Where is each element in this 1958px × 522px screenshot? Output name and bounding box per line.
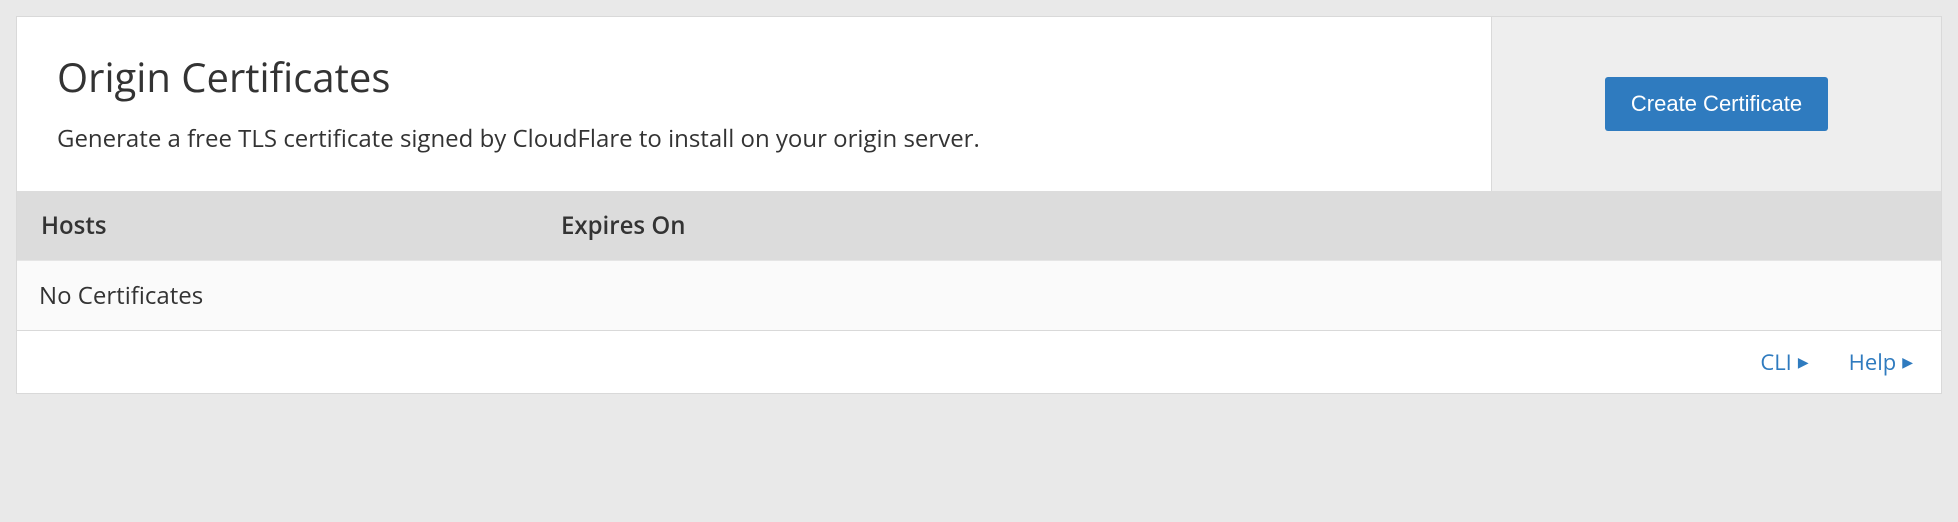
cli-link[interactable]: CLI ▶ — [1760, 347, 1808, 377]
empty-message: No Certificates — [39, 279, 203, 312]
caret-right-icon: ▶ — [1798, 353, 1809, 372]
column-header-hosts: Hosts — [41, 209, 561, 242]
column-header-expires: Expires On — [561, 209, 1917, 242]
help-link-label: Help — [1849, 347, 1897, 377]
card-header-row: Origin Certificates Generate a free TLS … — [17, 17, 1941, 191]
table-empty-row: No Certificates — [17, 260, 1941, 330]
create-certificate-button[interactable]: Create Certificate — [1605, 77, 1828, 131]
help-link[interactable]: Help ▶ — [1849, 347, 1913, 377]
origin-certificates-card: Origin Certificates Generate a free TLS … — [16, 16, 1942, 394]
card-action-panel: Create Certificate — [1491, 17, 1941, 191]
card-description: Generate a free TLS certificate signed b… — [57, 122, 1451, 155]
card-header-text: Origin Certificates Generate a free TLS … — [17, 17, 1491, 191]
cli-link-label: CLI — [1760, 347, 1792, 377]
card-footer: CLI ▶ Help ▶ — [17, 330, 1941, 393]
table-header-row: Hosts Expires On — [17, 191, 1941, 260]
caret-right-icon: ▶ — [1902, 353, 1913, 372]
card-title: Origin Certificates — [57, 49, 1451, 104]
